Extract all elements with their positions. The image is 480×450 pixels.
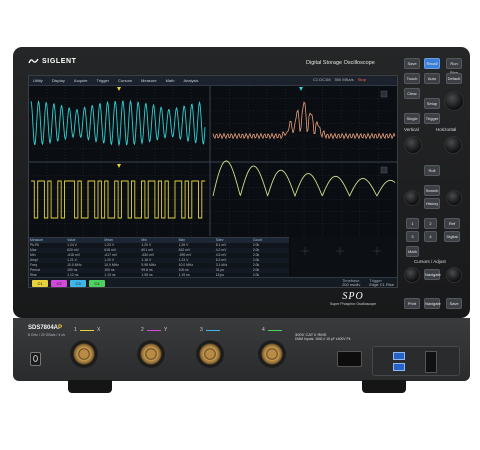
input-rating-label: 300V CAT II RMS DMM Inputs: 1MΩ // 15 pF… [295, 332, 351, 341]
input-sublabel-2: Y [164, 327, 168, 333]
menu-item-cursors[interactable]: Cursors [118, 78, 132, 83]
channel-4-bnc-input[interactable] [258, 340, 286, 368]
trigger-box[interactable]: Trigger Edge C1 Rise [369, 279, 394, 287]
print-button[interactable]: Print [404, 298, 420, 309]
navigate-button[interactable]: Navigate [424, 269, 441, 280]
cursor-area[interactable] [291, 237, 397, 277]
input-label-4: 4 [262, 327, 265, 333]
spo-brand: SPO Super Phosphor Oscilloscope [330, 291, 377, 306]
roll-button[interactable]: Roll [424, 165, 440, 176]
recall-button[interactable]: Recall [424, 58, 440, 69]
channel-3-bnc-input[interactable] [196, 340, 224, 368]
channel-badge-2[interactable]: C2 [51, 279, 67, 287]
readout-channel: C1 DC1M [313, 77, 331, 82]
menu-item-math[interactable]: Math [166, 78, 175, 83]
touch-button[interactable]: Touch [404, 73, 420, 84]
probe-interface[interactable] [425, 351, 437, 373]
spec-line: 8 GHz / 20 GSa/s / 4 ch [28, 333, 65, 337]
model-label: SDS7804AP [28, 325, 63, 331]
device-title: Digital Storage Oscilloscope [306, 60, 375, 66]
channel-3-button[interactable]: 3 [406, 231, 419, 242]
readout-status: Stop [357, 77, 366, 82]
clear-button[interactable]: Clear [404, 88, 420, 99]
usb-port-2[interactable] [393, 363, 405, 371]
channel-badge-3[interactable]: C3 [70, 279, 86, 287]
input-color-bar-1 [80, 330, 94, 331]
navigate-bottom-button[interactable]: Navigate [424, 298, 441, 309]
channel-badge-4[interactable]: C4 [89, 279, 105, 287]
waveform-area[interactable] [29, 86, 397, 236]
power-button[interactable] [30, 352, 41, 366]
menu-item-trigger[interactable]: Trigger [96, 78, 109, 83]
pane-close-icon[interactable] [380, 90, 388, 98]
measurement-table[interactable]: Measure Value Mean Min Max Sdev Count Pk-Pk 1.2… [29, 237, 289, 278]
channel-1-bnc-input[interactable] [70, 340, 98, 368]
menu-item-acquire[interactable]: Acquire [74, 78, 88, 83]
channel-1-button[interactable]: 1 [406, 218, 419, 229]
left-foot [68, 380, 112, 393]
readout-sample-rate: 500 MSa/s [334, 77, 354, 82]
vertical-scale-knob[interactable] [404, 136, 422, 154]
single-button[interactable]: Single [404, 113, 420, 124]
menu-item-utility[interactable]: Utility [33, 78, 43, 83]
menu-item-measure[interactable]: Measure [141, 78, 157, 83]
channel-4-button[interactable]: 4 [424, 231, 437, 242]
input-label-2: 2 [141, 327, 144, 333]
siglent-logo: SIGLENT [28, 57, 77, 66]
aux-port[interactable] [337, 351, 362, 367]
siglent-logo-icon [28, 58, 39, 64]
usb-port-panel [372, 346, 460, 376]
channel-2-bnc-input[interactable] [137, 340, 165, 368]
input-color-bar-3 [206, 330, 220, 331]
cursors-label: Cursors / Adjust [414, 259, 446, 264]
menu-item-analysis[interactable]: Analysis [183, 78, 198, 83]
input-label-3: 3 [200, 327, 203, 333]
trigger-level-knob[interactable] [444, 91, 464, 111]
horizontal-scale-knob[interactable] [444, 136, 462, 154]
digital-button[interactable]: Digital [444, 231, 460, 242]
auto-button[interactable]: Auto [424, 73, 440, 84]
usb-port[interactable] [393, 352, 405, 360]
default-button[interactable]: Default [446, 73, 462, 84]
input-color-bar-4 [268, 330, 282, 331]
math-button[interactable]: Math [406, 246, 419, 257]
setup-button[interactable]: Setup [424, 98, 440, 109]
save-button[interactable]: Save [404, 58, 420, 69]
menu-item-display[interactable]: Display [52, 78, 65, 83]
cursor-knob-left[interactable] [404, 267, 420, 283]
display-screen[interactable]: Utility Display Acquire Trigger Cursors Measu… [28, 75, 398, 288]
vertical-label: Vertical [404, 127, 419, 132]
channel-2-button[interactable]: 2 [424, 218, 437, 229]
front-panel: Save Recall Run Stop Touch Auto Default Clear S… [400, 55, 468, 313]
search-button[interactable]: Search [424, 185, 440, 196]
horizontal-position-knob[interactable] [446, 190, 462, 206]
vertical-position-knob[interactable] [404, 190, 420, 206]
run-stop-button[interactable]: Run Stop [446, 58, 462, 75]
cursor-knob-right[interactable] [446, 267, 462, 283]
acquisition-readout: C1 DC1M 500 MSa/s Stop [313, 77, 393, 84]
status-bar: C1 C2 C3 C4 Timebase 200 ns/div Trigger Edg… [29, 277, 397, 287]
horizontal-label: Horizontal [436, 127, 457, 132]
history-button[interactable]: History [424, 198, 440, 209]
trigger-button[interactable]: Trigger [424, 113, 440, 124]
power-icon [33, 355, 38, 362]
pane-close-icon-lower[interactable] [380, 166, 388, 174]
input-label-1: 1 [74, 327, 77, 333]
input-sublabel-1: X [97, 327, 101, 333]
input-color-bar-2 [147, 330, 161, 331]
channel-badge-1[interactable]: C1 [32, 279, 48, 287]
timebase-box[interactable]: Timebase 200 ns/div [342, 279, 360, 287]
right-foot [362, 380, 406, 393]
save-bottom-button[interactable]: Save [446, 298, 462, 309]
ref-button[interactable]: Ref [444, 218, 460, 229]
